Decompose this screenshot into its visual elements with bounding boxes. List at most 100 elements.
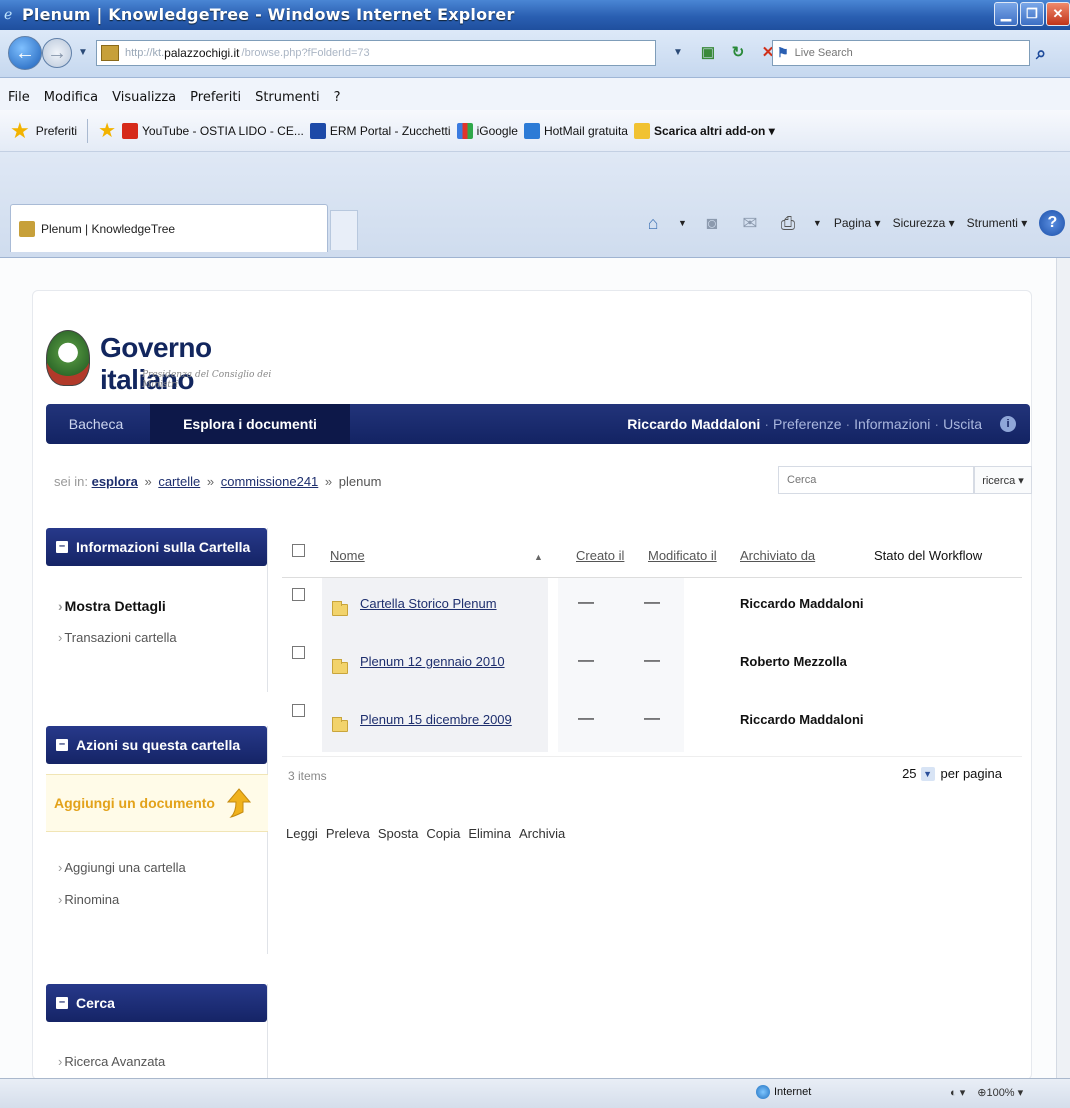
sort-ascending-icon[interactable]: ▲: [534, 552, 543, 562]
folder-actions-header[interactable]: – Azioni su questa cartella: [46, 726, 267, 764]
url-prefix: http://kt.: [125, 47, 165, 59]
security-zone[interactable]: Internet: [756, 1085, 811, 1099]
fav-hotmail[interactable]: HotMail gratuita: [523, 122, 628, 139]
add-favorite-icon[interactable]: ★: [98, 118, 116, 143]
nav-preferenze[interactable]: Preferenze: [773, 416, 841, 432]
governo-logo[interactable]: Governo italiano Presidenza del Consigli…: [46, 330, 306, 395]
protected-mode-icon[interactable]: ◐ ▾: [950, 1086, 965, 1099]
back-button[interactable]: ←: [8, 36, 42, 70]
favorites-star-icon[interactable]: ★: [10, 118, 30, 144]
transazioni-link[interactable]: › Transazioni cartella: [58, 630, 177, 645]
history-dropdown-icon[interactable]: ▼: [78, 47, 88, 58]
action-sposta[interactable]: Sposta: [378, 826, 418, 841]
vertical-scrollbar[interactable]: [1056, 258, 1070, 1078]
nav-uscita[interactable]: Uscita: [943, 416, 982, 432]
folder-name-link[interactable]: Cartella Storico Plenum: [360, 596, 497, 611]
erm-icon: [309, 122, 326, 139]
menu-file[interactable]: File: [8, 90, 30, 105]
action-leggi[interactable]: Leggi: [286, 826, 318, 841]
header-nome[interactable]: Nome: [330, 548, 365, 563]
collapse-icon[interactable]: –: [56, 997, 68, 1009]
menu-help[interactable]: ?: [334, 90, 341, 105]
ricerca-button[interactable]: ricerca ▾: [974, 466, 1032, 494]
header-creato[interactable]: Creato il: [576, 548, 624, 563]
home-icon[interactable]: ⌂: [640, 211, 666, 235]
aggiungi-cartella-link[interactable]: › Aggiungi una cartella: [58, 860, 186, 875]
per-page-select[interactable]: 25 ▼: [902, 766, 935, 781]
home-dropdown-icon[interactable]: ▼: [678, 218, 687, 228]
zoom-level[interactable]: ⊕100% ▾: [977, 1086, 1023, 1099]
read-mail-icon[interactable]: ✉: [737, 211, 763, 235]
close-button[interactable]: ✕: [1046, 2, 1070, 26]
pagina-menu[interactable]: Pagina ▾: [834, 216, 881, 230]
search-go-icon[interactable]: ⌕: [1036, 43, 1046, 64]
action-copia[interactable]: Copia: [426, 826, 460, 841]
breadcrumb-separator: »: [324, 474, 333, 489]
menu-preferiti[interactable]: Preferiti: [190, 90, 241, 105]
nav-informazioni[interactable]: Informazioni: [854, 416, 930, 432]
url-field[interactable]: http://kt. palazzochigi.it /browse.php?f…: [96, 40, 656, 66]
chevron-down-icon[interactable]: ▼: [920, 766, 935, 781]
rss-feed-icon[interactable]: ◙: [699, 211, 725, 235]
new-tab-button[interactable]: [330, 210, 358, 250]
print-dropdown-icon[interactable]: ▼: [813, 218, 822, 228]
row-checkbox[interactable]: [292, 588, 305, 601]
fav-igoogle[interactable]: iGoogle: [456, 122, 518, 139]
fav-hotmail-label: HotMail gratuita: [543, 123, 628, 138]
url-dropdown-icon[interactable]: ▼: [668, 42, 688, 62]
tab-plenum[interactable]: Plenum | KnowledgeTree: [10, 204, 328, 252]
menu-visualizza[interactable]: Visualizza: [112, 90, 176, 105]
compatibility-icon[interactable]: ▣: [698, 42, 718, 62]
breadcrumb-esplora[interactable]: esplora: [92, 474, 138, 489]
favorites-button[interactable]: Preferiti: [36, 124, 77, 138]
header-archiviato[interactable]: Archiviato da: [740, 548, 815, 563]
folder-name-link[interactable]: Plenum 15 dicembre 2009: [360, 712, 512, 727]
strumenti-menu[interactable]: Strumenti ▾: [967, 216, 1028, 230]
menu-strumenti[interactable]: Strumenti: [255, 90, 320, 105]
breadcrumb-cartelle[interactable]: cartelle: [158, 474, 200, 489]
menu-bar: File Modifica Visualizza Preferiti Strum…: [0, 84, 341, 110]
row-checkbox[interactable]: [292, 704, 305, 717]
select-all-checkbox[interactable]: [292, 544, 305, 557]
refresh-icon[interactable]: ↻: [728, 42, 748, 62]
maximize-button[interactable]: ❐: [1020, 2, 1044, 26]
action-elimina[interactable]: Elimina: [468, 826, 511, 841]
addons-icon: [633, 122, 650, 139]
action-preleva[interactable]: Preleva: [326, 826, 370, 841]
minimize-button[interactable]: ▁: [994, 2, 1018, 26]
fav-erm[interactable]: ERM Portal - Zucchetti: [309, 122, 451, 139]
owner-value: Riccardo Maddaloni: [740, 596, 864, 611]
search-input[interactable]: [778, 466, 974, 494]
ricerca-avanzata-link[interactable]: › Ricerca Avanzata: [58, 1054, 165, 1069]
sicurezza-menu[interactable]: Sicurezza ▾: [893, 216, 955, 230]
search-panel-header[interactable]: – Cerca: [46, 984, 267, 1022]
help-icon[interactable]: ?: [1039, 210, 1066, 236]
live-search-input[interactable]: [794, 47, 995, 59]
menu-modifica[interactable]: Modifica: [44, 90, 98, 105]
live-search-box[interactable]: ⚑: [772, 40, 1030, 66]
mostra-dettagli-link[interactable]: › Mostra Dettagli: [58, 598, 166, 614]
row-checkbox[interactable]: [292, 646, 305, 659]
collapse-icon[interactable]: –: [56, 541, 68, 553]
zone-label: Internet: [774, 1086, 812, 1098]
info-icon[interactable]: i: [1000, 416, 1016, 432]
owner-value: Roberto Mezzolla: [740, 654, 847, 669]
site-favicon-icon: [101, 45, 119, 61]
user-name[interactable]: Riccardo Maddaloni: [627, 416, 760, 432]
folder-info-header[interactable]: – Informazioni sulla Cartella: [46, 528, 267, 566]
fav-addons[interactable]: Scarica altri add-on ▾: [633, 122, 775, 139]
action-archivia[interactable]: Archivia: [519, 826, 565, 841]
nav-esplora-documenti[interactable]: Esplora i documenti: [150, 404, 350, 444]
aggiungi-documento-button[interactable]: Aggiungi un documento: [46, 774, 268, 832]
forward-button[interactable]: →: [42, 38, 72, 68]
folder-name-link[interactable]: Plenum 12 gennaio 2010: [360, 654, 505, 669]
fav-youtube[interactable]: YouTube - OSTIA LIDO - CE...: [122, 122, 304, 139]
header-modificato[interactable]: Modificato il: [648, 548, 717, 563]
breadcrumb-commissione[interactable]: commissione241: [221, 474, 319, 489]
rinomina-link[interactable]: › Rinomina: [58, 892, 119, 907]
print-icon[interactable]: ⎙: [775, 211, 801, 235]
modified-value: —: [644, 710, 660, 727]
nav-bacheca[interactable]: Bacheca: [46, 404, 146, 444]
zoom-control[interactable]: ◐ ▾ ⊕100% ▾: [950, 1086, 1023, 1099]
collapse-icon[interactable]: –: [56, 739, 68, 751]
